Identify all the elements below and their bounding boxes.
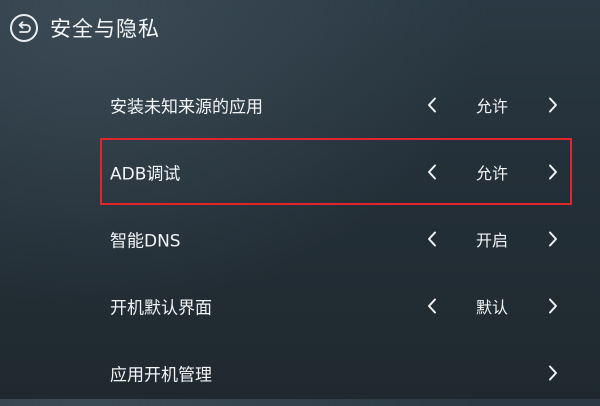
chevron-right-icon[interactable] — [544, 362, 562, 384]
chevron-right-icon[interactable] — [544, 295, 562, 317]
setting-row-adb-debugging[interactable]: ADB调试 允许 — [100, 138, 572, 205]
setting-value: 开启 — [475, 230, 508, 250]
setting-value: 允许 — [475, 96, 508, 116]
setting-row-default-boot-screen[interactable]: 开机默认界面 默认 — [100, 272, 572, 339]
chevron-right-icon[interactable] — [544, 94, 562, 116]
setting-label: 开机默认界面 — [110, 298, 212, 318]
setting-label: 安装未知来源的应用 — [110, 97, 263, 117]
chevron-right-icon[interactable] — [544, 161, 562, 183]
chevron-left-icon[interactable] — [423, 161, 441, 183]
setting-label: 智能DNS — [110, 231, 181, 251]
setting-value: 允许 — [475, 163, 508, 183]
setting-row-app-startup-management[interactable]: 应用开机管理 — [100, 339, 572, 406]
setting-row-smart-dns[interactable]: 智能DNS 开启 — [100, 205, 572, 272]
back-icon[interactable] — [10, 14, 38, 42]
setting-value: 默认 — [475, 297, 508, 317]
setting-row-unknown-sources[interactable]: 安装未知来源的应用 允许 — [100, 71, 572, 138]
settings-list: 安装未知来源的应用 允许 ADB调试 允许 智能DNS 开启 开机默认界面 默认… — [100, 71, 572, 406]
setting-label: ADB调试 — [110, 164, 181, 184]
chevron-right-icon[interactable] — [544, 228, 562, 250]
chevron-left-icon[interactable] — [423, 295, 441, 317]
page-title: 安全与隐私 — [50, 17, 160, 41]
chevron-left-icon[interactable] — [423, 94, 441, 116]
chevron-left-icon[interactable] — [423, 228, 441, 250]
setting-label: 应用开机管理 — [110, 365, 212, 385]
page-header: 安全与隐私 — [10, 12, 160, 44]
